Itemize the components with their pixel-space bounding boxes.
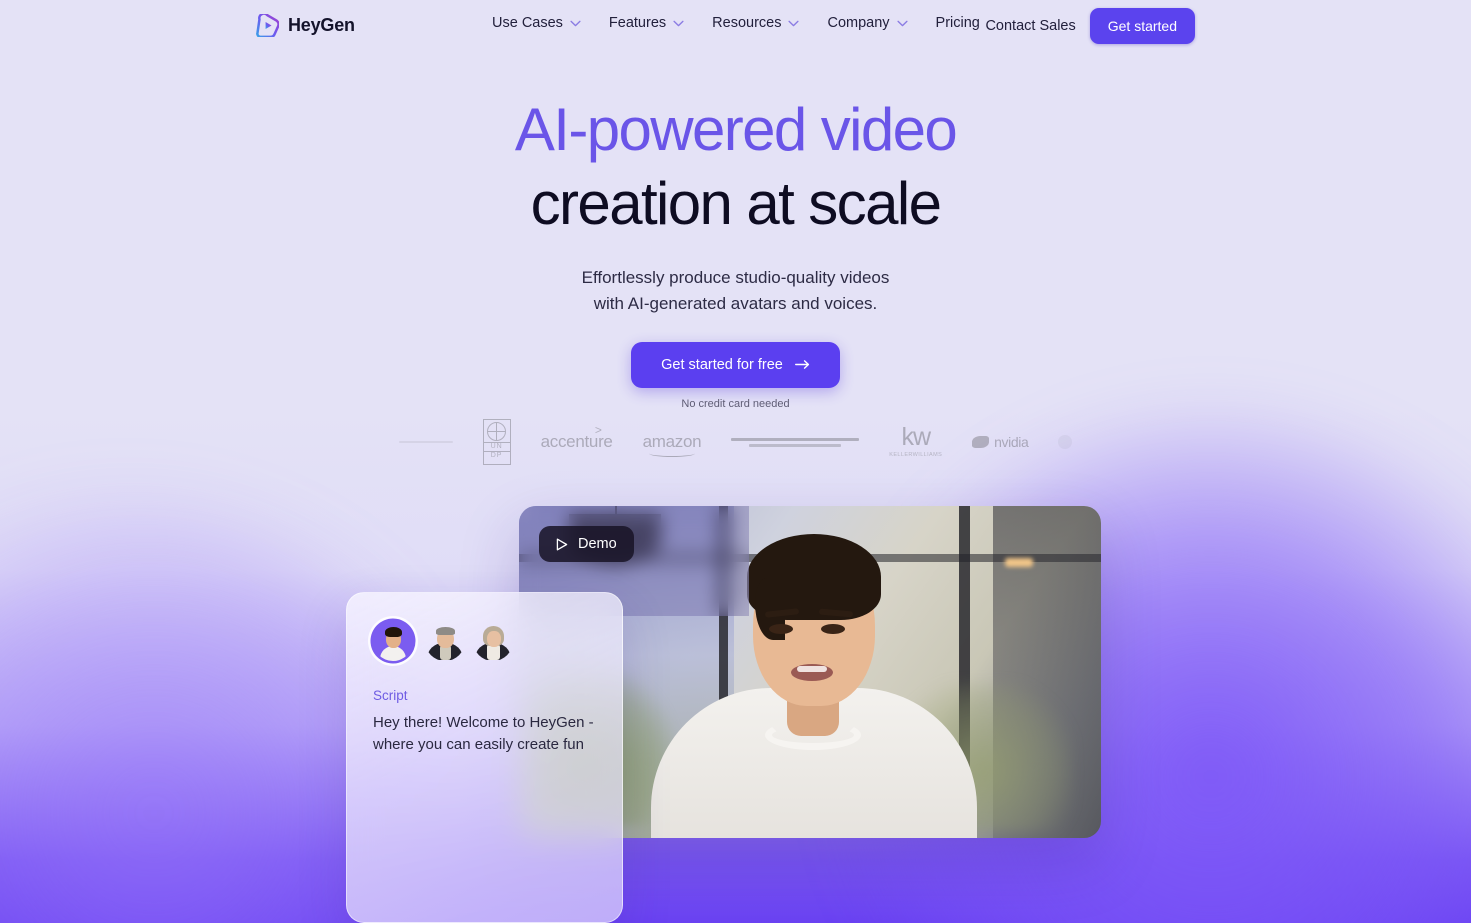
faded-right-mark — [1058, 435, 1073, 449]
person-hair — [747, 534, 881, 640]
avatar-1-hair — [385, 627, 402, 637]
nav-item-resources[interactable]: Resources — [712, 15, 800, 31]
script-label: Script — [373, 688, 408, 703]
avatar-2-hair — [436, 627, 455, 635]
script-card: Script Hey there! Welcome to HeyGen - wh… — [346, 592, 623, 923]
amazon-smile-icon — [648, 450, 696, 457]
subhead-line-1: Effortlessly produce studio-quality vide… — [581, 268, 890, 287]
get-started-for-free-button[interactable]: Get started for free — [631, 341, 840, 388]
avatar-1-body — [380, 646, 406, 661]
accenture-logo: accenture > — [541, 414, 613, 470]
avatar-3-face — [487, 631, 501, 647]
partner-logo-strip: UN DP accenture > amazon kw KELLERWILLIA… — [0, 414, 1471, 470]
nav-item-use-cases[interactable]: Use Cases — [492, 15, 581, 31]
get-started-button[interactable]: Get started — [1089, 8, 1195, 44]
avatar-selector — [373, 621, 596, 661]
nvidia-wordmark: nvidia — [994, 434, 1029, 450]
accenture-caret-icon: > — [594, 423, 602, 437]
avatar-option-2[interactable] — [425, 621, 465, 661]
university-bar-1 — [731, 437, 860, 441]
demo-badge[interactable]: Demo — [539, 526, 634, 562]
subhead-line-2: with AI-generated avatars and voices. — [593, 293, 878, 313]
chevron-down-icon — [673, 20, 684, 26]
header-actions: Contact Sales Get started — [985, 8, 1195, 44]
partner-logo-faded-right — [1058, 414, 1073, 470]
partner-logo-faded-left — [398, 414, 453, 470]
nav-label-use-cases: Use Cases — [492, 15, 563, 31]
site-header: HeyGen Use Cases Features Resources Comp… — [0, 0, 1471, 54]
hero-section: AI-powered video creation at scale Effor… — [0, 0, 1471, 410]
nav-label-features: Features — [608, 15, 667, 31]
chevron-down-icon — [570, 20, 581, 26]
page-title: AI-powered video creation at scale — [0, 100, 1471, 234]
hero-subheadline: Effortlessly produce studio-quality vide… — [0, 265, 1471, 317]
play-triangle-icon — [556, 538, 568, 550]
university-logo — [731, 414, 860, 470]
cta-label: Get started for free — [661, 356, 783, 373]
amazon-wordmark: amazon — [642, 432, 702, 451]
avatar-option-1[interactable] — [373, 621, 413, 661]
university-mark — [731, 437, 860, 447]
nvidia-eye-icon — [972, 436, 990, 448]
undp-text-1: UN — [483, 442, 510, 450]
avatar-option-3[interactable] — [473, 621, 513, 661]
brand-logo[interactable]: HeyGen — [256, 14, 355, 37]
undp-globe-icon — [487, 422, 507, 441]
person-mouth — [791, 664, 833, 681]
faded-left-bar — [398, 440, 453, 444]
kw-subtext: KELLERWILLIAMS — [889, 452, 943, 459]
nvidia-mark: nvidia — [972, 434, 1029, 450]
heygen-play-logo-icon — [256, 14, 279, 37]
chevron-down-icon — [896, 20, 908, 26]
video-warm-light — [1005, 558, 1033, 567]
main-navigation: Use Cases Features Resources Company Pri… — [492, 15, 980, 31]
arrow-right-icon — [794, 360, 809, 370]
person-eye-left — [769, 624, 793, 634]
nav-item-company[interactable]: Company — [827, 15, 908, 31]
person-eye-right — [821, 624, 845, 634]
headline-accent-line: AI-powered video — [514, 96, 958, 163]
undp-logo: UN DP — [482, 414, 511, 470]
amazon-logo: amazon — [643, 414, 702, 470]
undp-mark: UN DP — [482, 419, 511, 465]
headline-plain-line: creation at scale — [530, 170, 942, 237]
nav-label-resources: Resources — [712, 15, 782, 31]
no-credit-card-note: No credit card needed — [681, 397, 790, 410]
undp-text-2: DP — [483, 451, 510, 459]
nav-item-features[interactable]: Features — [609, 15, 684, 31]
contact-sales-link[interactable]: Contact Sales — [985, 18, 1075, 34]
university-bar-2 — [749, 444, 842, 447]
brand-name: HeyGen — [288, 15, 355, 35]
kw-mark: kw KELLERWILLIAMS — [889, 425, 942, 459]
demo-badge-label: Demo — [578, 536, 617, 552]
person-collar — [765, 720, 861, 750]
chevron-down-icon — [788, 20, 800, 26]
keller-williams-logo: kw KELLERWILLIAMS — [889, 414, 942, 470]
kw-wordmark: kw — [901, 423, 931, 452]
script-text[interactable]: Hey there! Welcome to HeyGen - where you… — [373, 712, 596, 756]
hero-cta-wrapper: Get started for free No credit card need… — [0, 341, 1471, 410]
nav-item-pricing[interactable]: Pricing — [936, 15, 980, 31]
nvidia-logo: nvidia — [972, 414, 1029, 470]
faded-left-mark — [398, 440, 453, 444]
nav-label-pricing: Pricing — [935, 15, 980, 31]
nav-label-company: Company — [827, 15, 890, 31]
amazon-wordmark-wrap: amazon — [642, 432, 702, 457]
accenture-wordmark-wrap: accenture > — [541, 423, 613, 452]
